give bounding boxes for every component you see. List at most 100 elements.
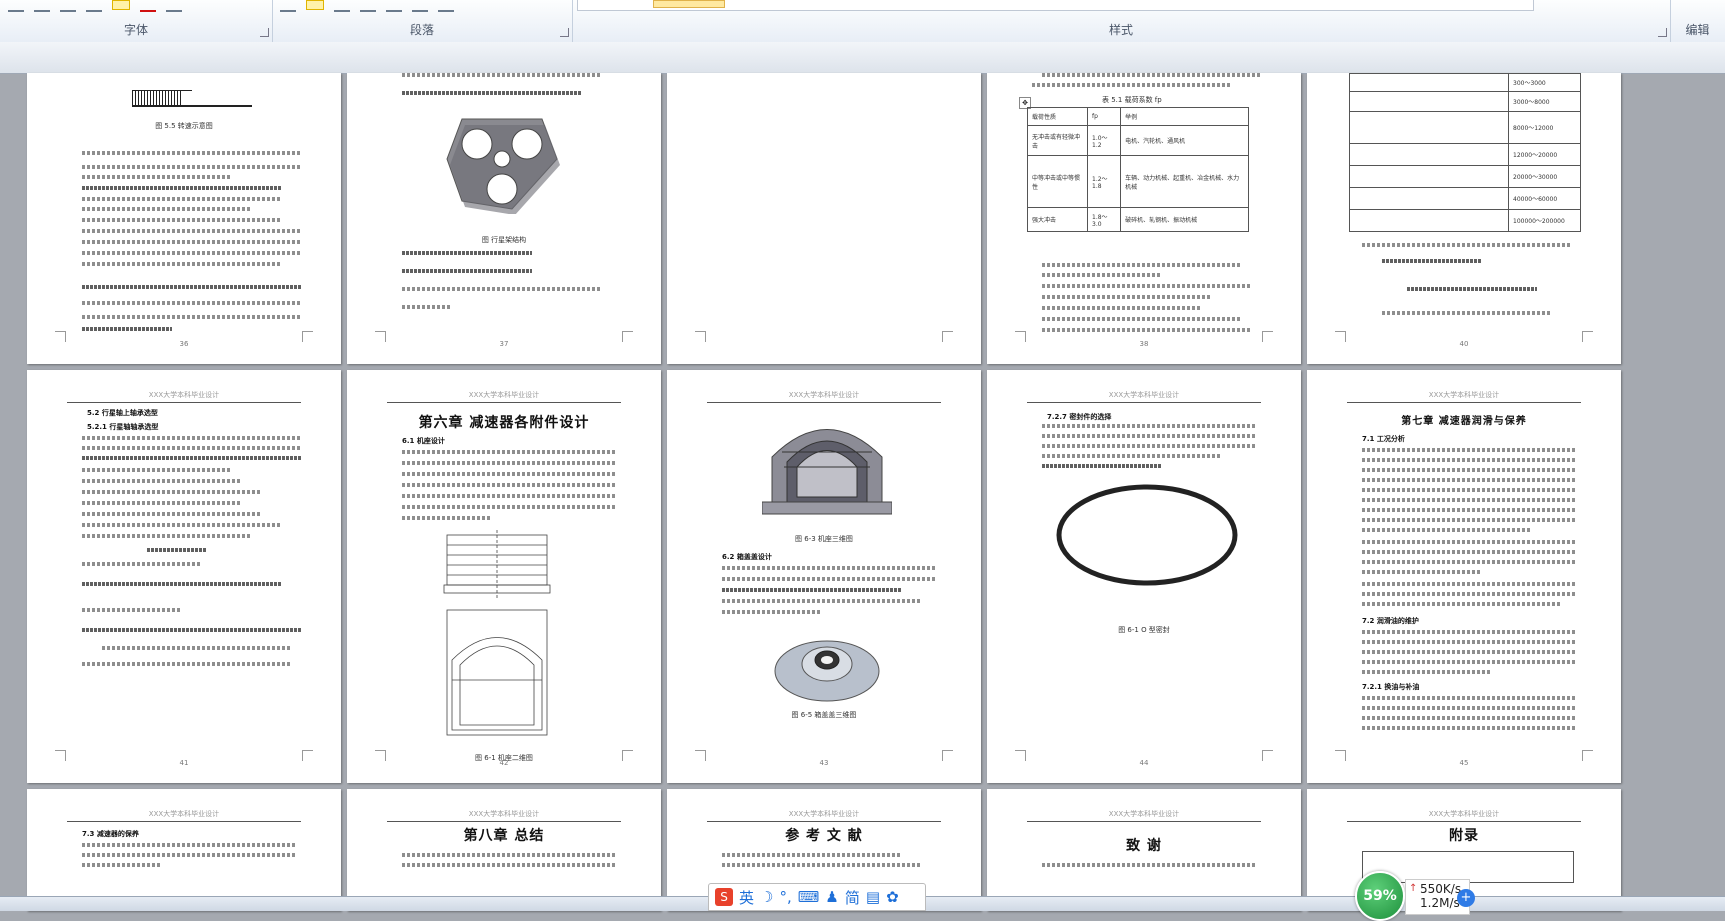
page-41: XXX大学本科毕业设计 5.2 行星轴上轴承选型 5.2.1 行星轴轴承选型 4… xyxy=(27,370,341,783)
clear-format-icon[interactable] xyxy=(86,0,102,12)
memory-percent[interactable]: 59% xyxy=(1355,871,1405,921)
styles-gallery[interactable] xyxy=(577,0,1534,11)
font-color-icon[interactable] xyxy=(140,0,156,12)
page-header: XXX大学本科毕业设计 xyxy=(387,390,621,403)
table-cell: 12000～20000 xyxy=(1508,143,1581,166)
page-header: XXX大学本科毕业设计 xyxy=(707,809,941,822)
page-number: 45 xyxy=(1459,759,1469,767)
page-number: 41 xyxy=(179,759,189,767)
page-45: XXX大学本科毕业设计 第七章 减速器润滑与保养 7.1 工况分析 7.2 润滑… xyxy=(1307,370,1621,783)
table-cell: 40000～60000 xyxy=(1508,187,1581,210)
align-right-icon[interactable] xyxy=(334,0,350,12)
table-cell: 电机、汽轮机、通风机 xyxy=(1120,125,1249,156)
section-heading: 6.2 箱盖盖设计 xyxy=(722,553,772,561)
page-49: XXX大学本科毕业设计 致 谢 xyxy=(987,789,1301,911)
highlight-color-icon[interactable] xyxy=(112,0,130,10)
ime-lang[interactable]: 英 xyxy=(739,887,754,908)
ime-skin-icon[interactable]: ▤ xyxy=(866,888,880,906)
page-number: 40 xyxy=(1459,340,1469,348)
ime-user-icon[interactable]: ♟ xyxy=(825,888,838,906)
load-factor-table: 载荷性质 fp 举例 无冲击或有轻微冲击 1.0～1.2 电机、汽轮机、通风机 中等冲击… xyxy=(1027,107,1249,232)
ime-moon-icon[interactable]: ☽ xyxy=(760,888,773,906)
page-header: XXX大学本科毕业设计 xyxy=(67,809,301,822)
figure-caption: 图 6-3 机座三维图 xyxy=(795,535,853,543)
table-header: fp xyxy=(1086,107,1122,126)
table-cell: 8000～12000 xyxy=(1508,111,1581,144)
chapter-title: 第六章 减速器各附件设计 xyxy=(418,415,590,431)
accelerate-plus-icon[interactable]: + xyxy=(1457,889,1475,907)
page-number: 38 xyxy=(1139,340,1149,348)
page-header: XXX大学本科毕业设计 xyxy=(1027,390,1261,403)
page-40: 300～3000 3000～8000 8000～12000 12000～2000… xyxy=(1307,73,1621,364)
line-spacing-icon[interactable] xyxy=(386,0,402,12)
ime-logo-icon[interactable]: S xyxy=(715,888,733,906)
table-header: 载荷性质 xyxy=(1027,107,1088,126)
editing-group: 编辑 xyxy=(1670,0,1725,42)
page-46: XXX大学本科毕业设计 7.3 减速器的保养 xyxy=(27,789,341,911)
shading-icon[interactable] xyxy=(412,0,428,12)
ime-toolbar[interactable]: S 英 ☽ °, ⌨ ♟ 简 ▤ ✿ xyxy=(708,883,926,911)
page-header: XXX大学本科毕业设计 xyxy=(387,809,621,822)
group-label-font: 字体 xyxy=(123,23,148,37)
page-header: XXX大学本科毕业设计 xyxy=(1347,390,1581,403)
borders-icon[interactable] xyxy=(438,0,454,12)
table-title: 表 5.1 载荷系数 fp xyxy=(1102,96,1162,104)
justify-icon[interactable] xyxy=(360,0,376,12)
planet-carrier-image xyxy=(446,118,560,214)
ime-settings-icon[interactable]: ✿ xyxy=(886,888,899,906)
section-heading: 7.2.7 密封件的选择 xyxy=(1047,413,1112,421)
ime-keyboard-icon[interactable]: ⌨ xyxy=(798,888,820,906)
page-header: XXX大学本科毕业设计 xyxy=(707,390,941,403)
table-cell: 车辆、动力机械、起重机、冶金机械、水力机械 xyxy=(1120,155,1249,208)
page-37: 图 行星架结构 37 xyxy=(347,73,661,364)
font-size-icon[interactable] xyxy=(34,0,50,12)
table-cell: 3000～8000 xyxy=(1508,91,1581,112)
paragraph-group: 段落 xyxy=(272,0,573,42)
change-case-icon[interactable] xyxy=(60,0,76,12)
group-label-editing: 编辑 xyxy=(1685,23,1710,37)
page-47: XXX大学本科毕业设计 第八章 总结 xyxy=(347,789,661,911)
chapter-title: 附录 xyxy=(1449,828,1479,844)
table-cell: 20000～30000 xyxy=(1508,165,1581,188)
table-cell: 无冲击或有轻微冲击 xyxy=(1027,125,1088,156)
page-36: 图 5.5 转速示意图 36 xyxy=(27,73,341,364)
ime-simplified[interactable]: 简 xyxy=(845,887,860,908)
page-number: 44 xyxy=(1139,759,1149,767)
figure-caption: 图 5.5 转速示意图 xyxy=(155,122,213,130)
page-number: 37 xyxy=(499,340,509,348)
figure-caption: 图 行星架结构 xyxy=(481,236,527,244)
section-heading: 7.2.1 换油与补油 xyxy=(1362,683,1420,691)
table-header: 举例 xyxy=(1120,107,1249,126)
table-cell: 300～3000 xyxy=(1508,73,1581,92)
network-monitor[interactable]: 59% ↑ 550K/s 1.2M/s + xyxy=(1355,871,1475,921)
font-style-icon[interactable] xyxy=(8,0,24,12)
housing-3d-image xyxy=(762,429,892,515)
align-center-icon[interactable] xyxy=(306,0,324,10)
styles-dialog-launcher-icon[interactable] xyxy=(1658,28,1667,37)
figure-caption: 图 6-5 箱盖盖三维图 xyxy=(791,711,857,719)
align-left-icon[interactable] xyxy=(280,0,296,12)
chapter-title: 第八章 总结 xyxy=(463,828,545,844)
font-dialog-launcher-icon[interactable] xyxy=(260,28,269,37)
char-border-icon[interactable] xyxy=(166,0,182,12)
selected-style[interactable] xyxy=(653,0,725,8)
page-38: 表 5.1 载荷系数 fp ✥ 载荷性质 fp 举例 无冲击或有轻微冲击 1.0～1.… xyxy=(987,73,1301,364)
ime-punct-icon[interactable]: °, xyxy=(779,888,791,906)
chapter-title: 第七章 减速器润滑与保养 xyxy=(1401,416,1527,427)
section-heading: 5.2.1 行星轴轴承选型 xyxy=(87,423,159,431)
page-header: XXX大学本科毕业设计 xyxy=(1027,809,1261,822)
chapter-title: 参 考 文 献 xyxy=(785,828,863,844)
page-43: XXX大学本科毕业设计 图 6-3 机座三维图 6.2 箱盖盖设计 图 6-5 … xyxy=(667,370,981,783)
page-number: 42 xyxy=(499,759,509,767)
page-blank-row1 xyxy=(667,73,981,364)
o-ring-image xyxy=(1056,484,1238,586)
housing-drawing xyxy=(443,530,551,736)
table-cell: 100000～200000 xyxy=(1508,209,1581,232)
section-heading: 7.3 减速器的保养 xyxy=(82,830,139,838)
font-group: 字体 xyxy=(0,0,273,42)
paragraph-dialog-launcher-icon[interactable] xyxy=(560,28,569,37)
table-cell: 强大冲击 xyxy=(1027,207,1088,232)
section-heading: 7.2 润滑油的维护 xyxy=(1362,617,1419,625)
ruler-area xyxy=(0,42,1725,74)
service-life-table: 300～3000 3000～8000 8000～12000 12000～2000… xyxy=(1349,73,1581,232)
